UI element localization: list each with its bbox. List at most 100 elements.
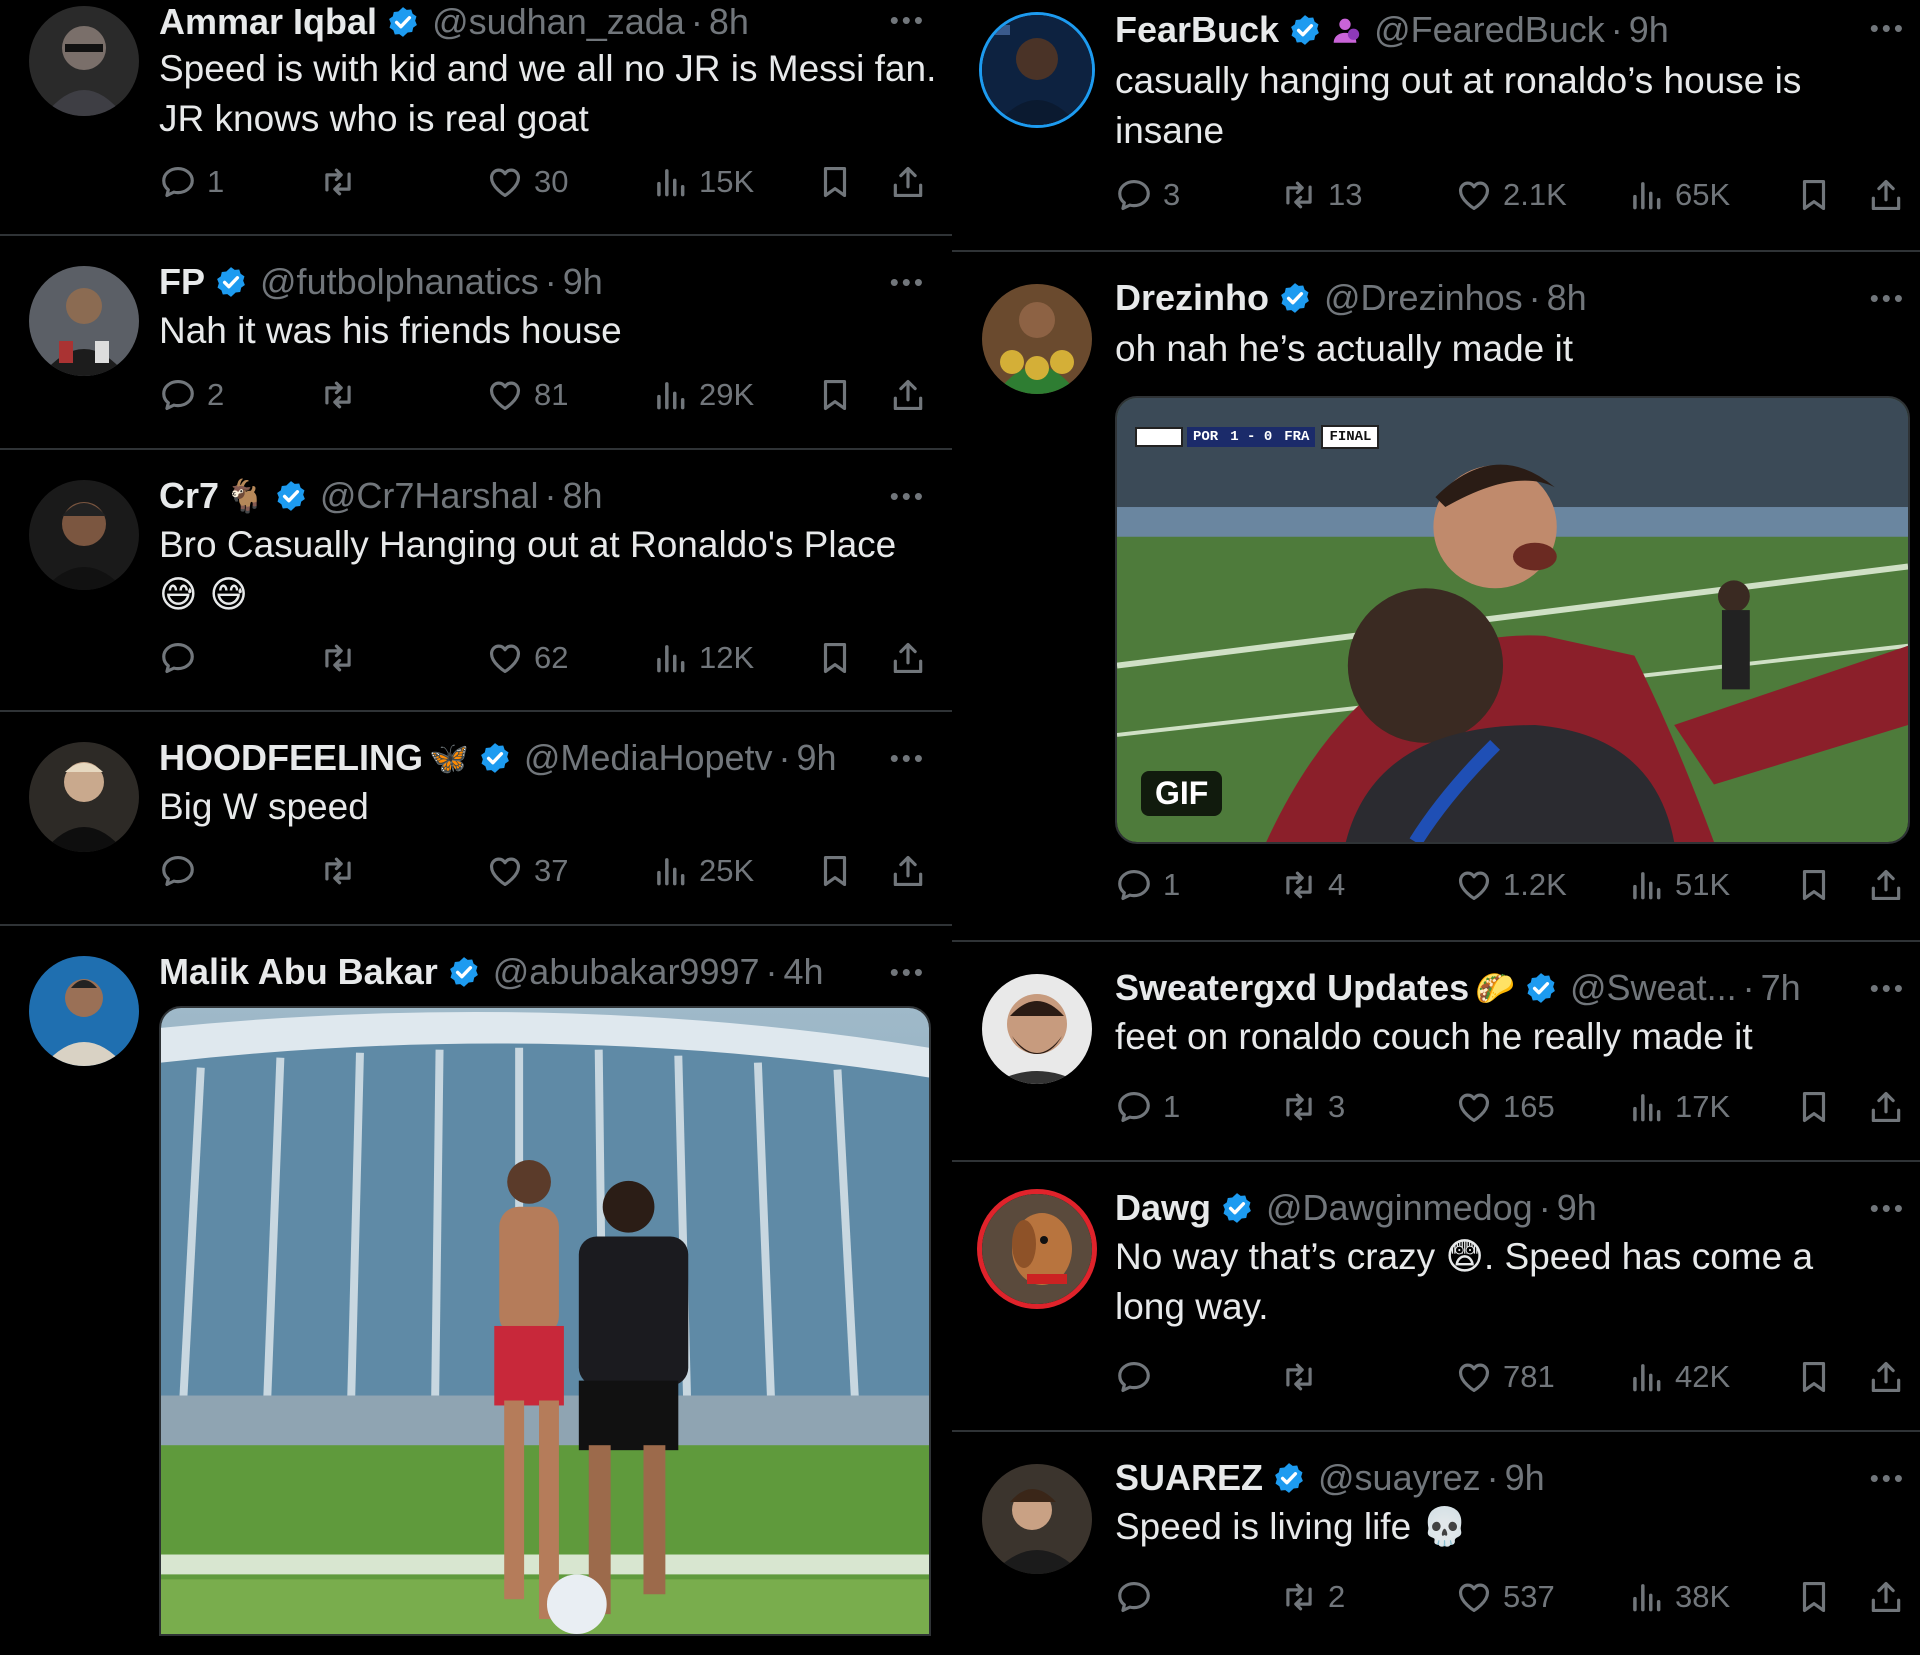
views-button[interactable]: 17K xyxy=(1627,1082,1730,1132)
tweet-photo[interactable] xyxy=(159,1006,931,1636)
bookmark-button[interactable] xyxy=(816,157,854,207)
avatar[interactable] xyxy=(982,284,1092,394)
tweet[interactable]: FearBuck @FearedBuck · 9h ••• casually h… xyxy=(952,0,1920,252)
avatar[interactable] xyxy=(29,956,139,1066)
timestamp[interactable]: 9h xyxy=(1629,8,1669,52)
like-button[interactable]: 1.2K xyxy=(1455,860,1567,910)
bookmark-button[interactable] xyxy=(1795,1352,1833,1402)
retweet-button[interactable] xyxy=(319,370,367,420)
reply-button[interactable]: 1 xyxy=(1115,1082,1180,1132)
handle[interactable]: @Cr7Harshal xyxy=(320,474,539,518)
like-button[interactable]: 81 xyxy=(486,370,568,420)
more-options-icon[interactable]: ••• xyxy=(1870,285,1906,311)
handle[interactable]: @abubakar9997 xyxy=(493,950,760,994)
more-options-icon[interactable]: ••• xyxy=(890,483,926,509)
reply-button[interactable]: 3 xyxy=(1115,170,1180,220)
retweet-button[interactable]: 13 xyxy=(1280,170,1362,220)
more-options-icon[interactable]: ••• xyxy=(1870,15,1906,41)
share-button[interactable] xyxy=(889,370,927,420)
handle[interactable]: @suayrez xyxy=(1318,1456,1481,1500)
more-options-icon[interactable]: ••• xyxy=(890,7,926,33)
reply-button[interactable] xyxy=(159,846,207,896)
avatar[interactable] xyxy=(29,742,139,852)
share-button[interactable] xyxy=(889,157,927,207)
avatar[interactable] xyxy=(29,480,139,590)
handle[interactable]: @Dawginmedog xyxy=(1266,1186,1533,1230)
bookmark-button[interactable] xyxy=(1795,1572,1833,1622)
avatar[interactable] xyxy=(982,1464,1092,1574)
display-name[interactable]: Malik Abu Bakar xyxy=(159,950,438,994)
more-options-icon[interactable]: ••• xyxy=(890,745,926,771)
tweet[interactable]: HOODFEELING 🦋 @MediaHopetv · 9h ••• Big … xyxy=(0,712,952,926)
like-button[interactable]: 37 xyxy=(486,846,568,896)
more-options-icon[interactable]: ••• xyxy=(1870,1465,1906,1491)
more-options-icon[interactable]: ••• xyxy=(1870,975,1906,1001)
avatar[interactable] xyxy=(29,6,139,116)
bookmark-button[interactable] xyxy=(1795,1082,1833,1132)
share-button[interactable] xyxy=(1867,860,1905,910)
share-button[interactable] xyxy=(1867,170,1905,220)
avatar[interactable] xyxy=(982,1194,1092,1304)
tweet[interactable]: Malik Abu Bakar @abubakar9997 · 4h ••• xyxy=(0,926,952,1655)
handle[interactable]: @futbolphanatics xyxy=(260,260,539,304)
timestamp[interactable]: 9h xyxy=(563,260,603,304)
reply-button[interactable] xyxy=(159,633,207,683)
retweet-button[interactable] xyxy=(319,633,367,683)
timestamp[interactable]: 8h xyxy=(562,474,602,518)
retweet-button[interactable]: 4 xyxy=(1280,860,1345,910)
like-button[interactable]: 2.1K xyxy=(1455,170,1567,220)
views-button[interactable]: 25K xyxy=(651,846,754,896)
bookmark-button[interactable] xyxy=(816,633,854,683)
bookmark-button[interactable] xyxy=(1795,860,1833,910)
share-button[interactable] xyxy=(1867,1572,1905,1622)
avatar[interactable] xyxy=(29,266,139,376)
timestamp[interactable]: 8h xyxy=(709,0,749,44)
tweet[interactable]: Dawg @Dawginmedog · 9h ••• No way that’s… xyxy=(952,1162,1920,1432)
timestamp[interactable]: 9h xyxy=(1557,1186,1597,1230)
timestamp[interactable]: 7h xyxy=(1761,966,1801,1010)
bookmark-button[interactable] xyxy=(1795,170,1833,220)
like-button[interactable]: 165 xyxy=(1455,1082,1555,1132)
reply-button[interactable] xyxy=(1115,1572,1163,1622)
avatar[interactable] xyxy=(982,15,1092,125)
display-name[interactable]: FP xyxy=(159,260,205,304)
share-button[interactable] xyxy=(1867,1082,1905,1132)
display-name[interactable]: Dawg xyxy=(1115,1186,1211,1230)
handle[interactable]: @sudhan_zada xyxy=(432,0,685,44)
more-options-icon[interactable]: ••• xyxy=(890,959,926,985)
display-name[interactable]: Drezinho xyxy=(1115,276,1269,320)
timestamp[interactable]: 4h xyxy=(784,950,824,994)
display-name[interactable]: Sweatergxd Updates xyxy=(1115,966,1469,1010)
views-button[interactable]: 12K xyxy=(651,633,754,683)
display-name[interactable]: HOODFEELING xyxy=(159,736,423,780)
display-name[interactable]: Ammar Iqbal xyxy=(159,0,377,44)
bookmark-button[interactable] xyxy=(816,370,854,420)
retweet-button[interactable] xyxy=(319,846,367,896)
share-button[interactable] xyxy=(1867,1352,1905,1402)
display-name[interactable]: Cr7 xyxy=(159,474,219,518)
bookmark-button[interactable] xyxy=(816,846,854,896)
more-options-icon[interactable]: ••• xyxy=(890,269,926,295)
avatar[interactable] xyxy=(982,974,1092,1084)
tweet[interactable]: Sweatergxd Updates 🌮 @Sweat... · 7h ••• … xyxy=(952,942,1920,1162)
views-button[interactable]: 42K xyxy=(1627,1352,1730,1402)
tweet[interactable]: FP @futbolphanatics · 9h ••• Nah it was … xyxy=(0,236,952,450)
retweet-button[interactable]: 3 xyxy=(1280,1082,1345,1132)
share-button[interactable] xyxy=(889,846,927,896)
reply-button[interactable]: 2 xyxy=(159,370,224,420)
views-button[interactable]: 29K xyxy=(651,370,754,420)
tweet-gif[interactable]: POR 1 - 0 FRA FINAL GIF xyxy=(1115,396,1910,844)
views-button[interactable]: 38K xyxy=(1627,1572,1730,1622)
retweet-button[interactable] xyxy=(1280,1352,1328,1402)
display-name[interactable]: FearBuck xyxy=(1115,8,1279,52)
more-options-icon[interactable]: ••• xyxy=(1870,1195,1906,1221)
handle[interactable]: @MediaHopetv xyxy=(524,736,773,780)
retweet-button[interactable] xyxy=(319,157,367,207)
tweet[interactable]: Drezinho @Drezinhos · 8h ••• oh nah he’s… xyxy=(952,252,1920,942)
like-button[interactable]: 30 xyxy=(486,157,568,207)
timestamp[interactable]: 8h xyxy=(1547,276,1587,320)
views-button[interactable]: 51K xyxy=(1627,860,1730,910)
views-button[interactable]: 15K xyxy=(651,157,754,207)
share-button[interactable] xyxy=(889,633,927,683)
tweet[interactable]: Cr7 🐐 @Cr7Harshal · 8h ••• Bro Casually … xyxy=(0,450,952,712)
